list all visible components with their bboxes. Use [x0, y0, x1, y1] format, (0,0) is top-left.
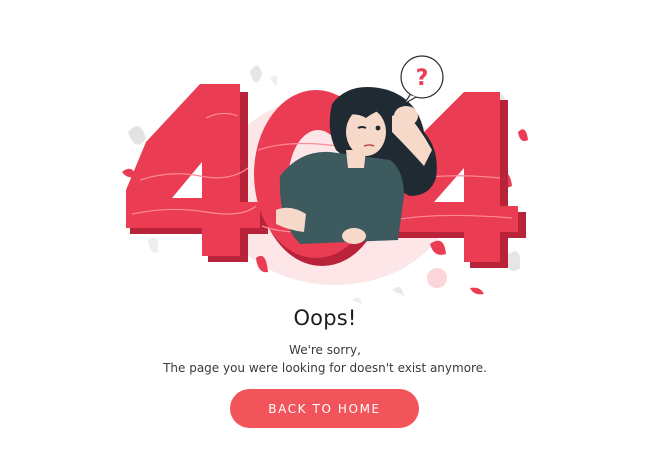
question-mark: ?: [416, 66, 429, 91]
not-found-message: The page you were looking for doesn't ex…: [163, 361, 487, 375]
digit-four-left: [126, 84, 268, 262]
not-found-page: ? Oops! We're sorry, The page you were l…: [0, 0, 650, 475]
page-title: Oops!: [293, 306, 357, 330]
apology-message: We're sorry,: [289, 343, 361, 357]
back-to-home-button[interactable]: BACK TO HOME: [230, 389, 419, 428]
404-illustration: ?: [0, 0, 650, 310]
question-bubble: ?: [400, 55, 444, 105]
